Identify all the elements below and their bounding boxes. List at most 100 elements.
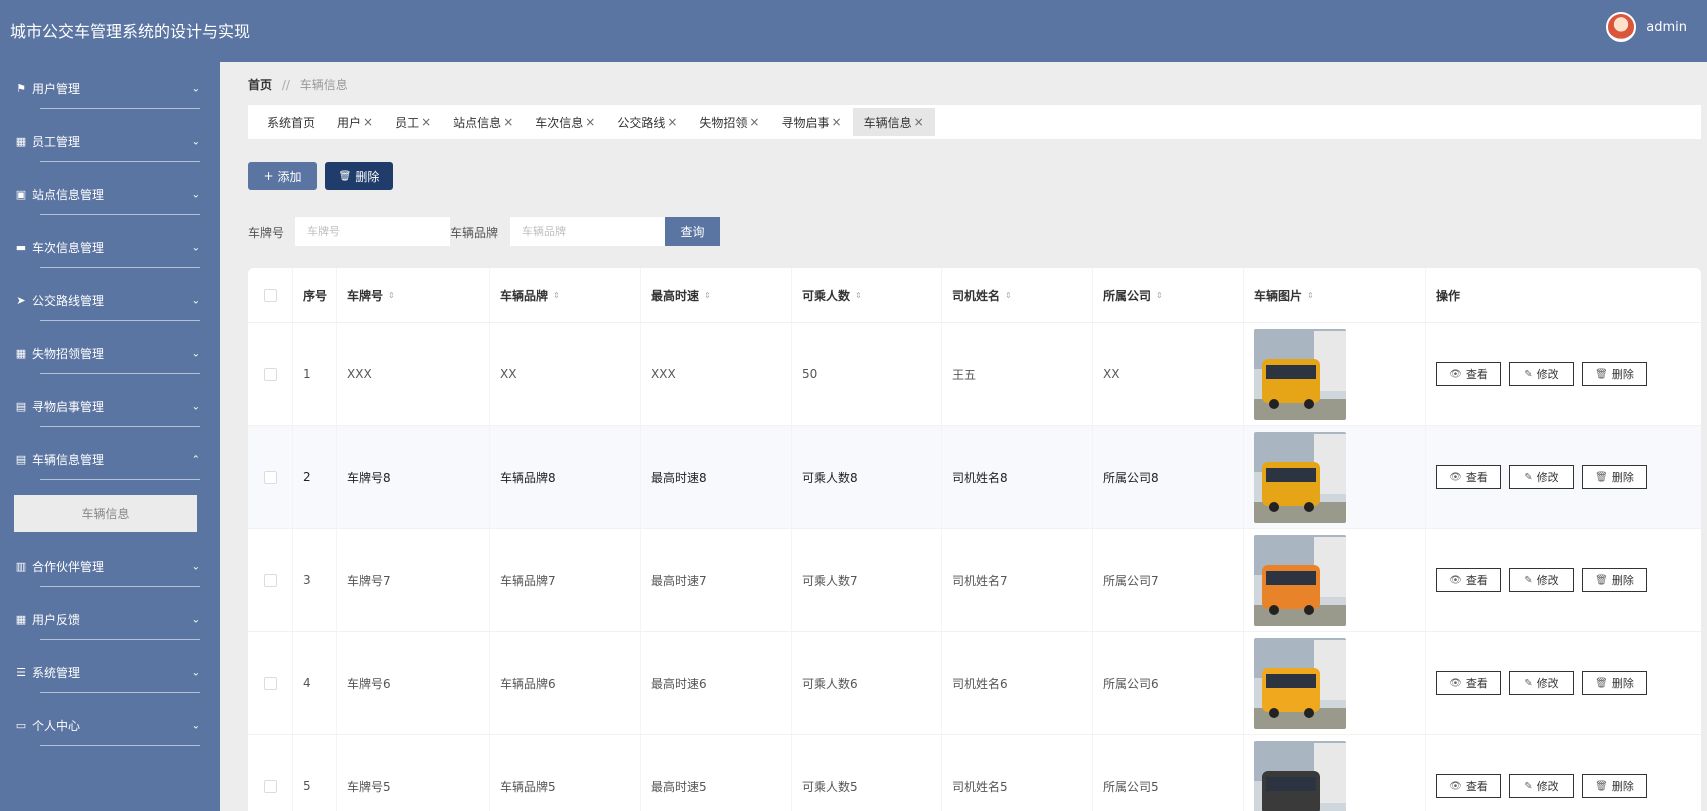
plate-search-input[interactable] — [295, 217, 450, 246]
app-title: 城市公交车管理系统的设计与实现 — [10, 22, 251, 41]
row-delete-button[interactable]: 🗑 删除 — [1582, 671, 1647, 695]
view-button[interactable]: 👁 查看 — [1436, 774, 1501, 798]
col-brand[interactable]: 车辆品牌 ⇕ — [490, 268, 641, 322]
tab-7[interactable]: 寻物启事 × — [770, 108, 852, 136]
view-button[interactable]: 👁 查看 — [1436, 671, 1501, 695]
col-speed[interactable]: 最高时速 ⇕ — [641, 268, 792, 322]
close-icon[interactable]: × — [667, 115, 677, 129]
sidebar-item-label: 车辆信息管理 — [32, 453, 105, 467]
cell-driver: 司机姓名7 — [942, 529, 1093, 631]
sort-icon[interactable]: ⇕ — [1005, 291, 1012, 300]
close-icon[interactable]: × — [914, 115, 924, 129]
cell-driver-text: 司机姓名5 — [952, 779, 1008, 794]
sidebar-item-5[interactable]: ▦ 失物招领管理 ⌄ — [0, 327, 220, 380]
table-row: 4 车牌号6 车辆品牌6 最高时速6 可乘人数6 司机姓名6 所属公司6 👁 查看 ✎ 修改 🗑 删除 — [248, 632, 1701, 735]
tab-6[interactable]: 失物招领 × — [688, 108, 770, 136]
tab-8[interactable]: 车辆信息 × — [852, 108, 935, 136]
sidebar-subitem-vehicle-info[interactable]: 车辆信息 — [14, 494, 197, 532]
cell-company-text: 所属公司7 — [1103, 573, 1159, 588]
row-delete-button[interactable]: 🗑 删除 — [1582, 774, 1647, 798]
briefcase-icon: ▣ — [15, 188, 27, 201]
avatar[interactable] — [1606, 12, 1637, 42]
cell-brand: 车辆品牌8 — [490, 426, 641, 528]
tab-5[interactable]: 公交路线 × — [606, 108, 688, 136]
row-checkbox[interactable] — [263, 573, 277, 587]
sort-icon[interactable]: ⇕ — [704, 291, 711, 300]
close-icon[interactable]: × — [832, 115, 842, 129]
cell-passengers-text: 可乘人数6 — [802, 676, 858, 691]
col-driver[interactable]: 司机姓名 ⇕ — [942, 268, 1093, 322]
close-icon[interactable]: × — [585, 115, 595, 129]
view-button[interactable]: 👁 查看 — [1436, 362, 1501, 386]
tab-2[interactable]: 员工 × — [384, 108, 442, 136]
view-button[interactable]: 👁 查看 — [1436, 465, 1501, 489]
user-menu[interactable]: admin — [1606, 12, 1687, 42]
col-plate[interactable]: 车牌号 ⇕ — [337, 268, 490, 322]
close-icon[interactable]: × — [421, 115, 431, 129]
window-icon: ▭ — [15, 719, 27, 732]
row-delete-button[interactable]: 🗑 删除 — [1582, 465, 1647, 489]
cell-driver-text: 司机姓名8 — [952, 470, 1008, 485]
sidebar-item-11[interactable]: ▭ 个人中心 ⌄ — [0, 699, 220, 752]
sort-icon[interactable]: ⇕ — [855, 291, 862, 300]
edit-button[interactable]: ✎ 修改 — [1509, 671, 1574, 695]
sidebar-item-4[interactable]: ➤ 公交路线管理 ⌄ — [0, 274, 220, 327]
col-passengers[interactable]: 可乘人数 ⇕ — [792, 268, 942, 322]
sidebar-item-0[interactable]: ⚑ 用户管理 ⌄ — [0, 62, 220, 115]
view-button-label: 查看 — [1465, 471, 1488, 484]
brand-search-input[interactable] — [510, 217, 665, 246]
col-company[interactable]: 所属公司 ⇕ — [1093, 268, 1244, 322]
sidebar-item-10[interactable]: ☰ 系统管理 ⌄ — [0, 646, 220, 699]
close-icon[interactable]: × — [503, 115, 513, 129]
sort-icon[interactable]: ⇕ — [1156, 291, 1163, 300]
col-image-label: 车辆图片 — [1254, 288, 1303, 303]
sort-icon[interactable]: ⇕ — [388, 291, 395, 300]
vehicle-table: 序号 车牌号 ⇕ 车辆品牌 ⇕ 最高时速 ⇕ 可乘人数 ⇕ 司机姓名 ⇕ 所属公司 ⇕ 车辆… — [248, 268, 1701, 811]
row-delete-button[interactable]: 🗑 删除 — [1582, 568, 1647, 592]
sort-icon[interactable]: ⇕ — [1307, 291, 1314, 300]
row-checkbox[interactable] — [263, 779, 277, 793]
close-icon[interactable]: × — [749, 115, 759, 129]
chevron-down-icon: ⌄ — [191, 83, 200, 94]
row-delete-button-label: 删除 — [1611, 574, 1634, 587]
sidebar-item-8[interactable]: ▥ 合作伙伴管理 ⌄ — [0, 540, 220, 593]
edit-button[interactable]: ✎ 修改 — [1509, 362, 1574, 386]
sidebar-item-label: 系统管理 — [32, 666, 81, 680]
view-button-label: 查看 — [1465, 368, 1488, 381]
sort-icon[interactable]: ⇕ — [553, 291, 560, 300]
grid-icon: ▦ — [15, 347, 27, 360]
chevron-down-icon: ⌄ — [191, 614, 200, 625]
row-checkbox[interactable] — [263, 470, 277, 484]
select-all-checkbox[interactable] — [263, 288, 277, 302]
close-icon[interactable]: × — [363, 115, 373, 129]
breadcrumb-home[interactable]: 首页 — [248, 78, 272, 92]
sidebar-item-1[interactable]: ▦ 员工管理 ⌄ — [0, 115, 220, 168]
col-image[interactable]: 车辆图片 ⇕ — [1244, 268, 1426, 322]
cell-brand-text: XX — [500, 367, 517, 381]
username[interactable]: admin — [1646, 20, 1687, 35]
row-checkbox[interactable] — [263, 676, 277, 690]
view-button[interactable]: 👁 查看 — [1436, 568, 1501, 592]
tab-4[interactable]: 车次信息 × — [524, 108, 606, 136]
view-button-label: 查看 — [1465, 780, 1488, 793]
edit-button[interactable]: ✎ 修改 — [1509, 774, 1574, 798]
row-checkbox[interactable] — [263, 367, 277, 381]
tab-1[interactable]: 用户 × — [326, 108, 384, 136]
sidebar-item-2[interactable]: ▣ 站点信息管理 ⌄ — [0, 168, 220, 221]
sidebar-item-9[interactable]: ▦ 用户反馈 ⌄ — [0, 593, 220, 646]
sidebar-item-7[interactable]: ▤ 车辆信息管理 ⌃ — [0, 433, 220, 486]
tab-3[interactable]: 站点信息 × — [442, 108, 524, 136]
cell-company: 所属公司5 — [1093, 735, 1244, 811]
query-button[interactable]: 查询 — [665, 217, 720, 246]
cell-image — [1244, 735, 1426, 811]
edit-button[interactable]: ✎ 修改 — [1509, 568, 1574, 592]
sidebar-item-3[interactable]: ▬ 车次信息管理 ⌄ — [0, 221, 220, 274]
delete-button[interactable]: 🗑 删除 — [325, 162, 393, 190]
add-button[interactable]: + 添加 — [248, 162, 317, 190]
row-delete-button[interactable]: 🗑 删除 — [1582, 362, 1647, 386]
sidebar-item-6[interactable]: ▤ 寻物启事管理 ⌄ — [0, 380, 220, 433]
tab-0[interactable]: 系统首页 — [256, 108, 326, 136]
col-brand-label: 车辆品牌 — [500, 288, 549, 303]
tab-label: 系统首页 — [267, 115, 316, 130]
edit-button[interactable]: ✎ 修改 — [1509, 465, 1574, 489]
